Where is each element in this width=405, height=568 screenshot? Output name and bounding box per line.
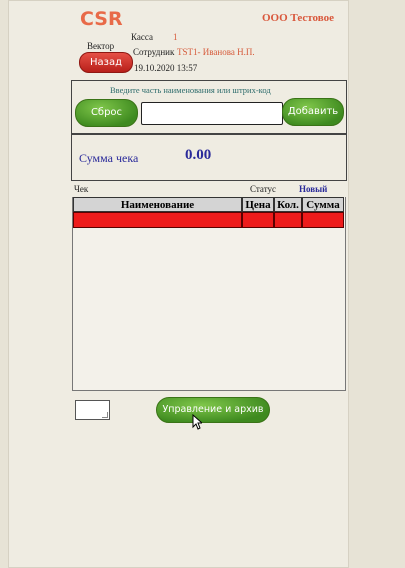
- col-sum-header[interactable]: Сумма: [302, 197, 344, 212]
- table-row-cell-sum[interactable]: [302, 212, 344, 228]
- back-button[interactable]: Назад: [79, 52, 133, 73]
- small-textarea[interactable]: [75, 400, 110, 420]
- mouse-pointer-icon: [192, 414, 202, 430]
- search-hint: Введите часть наименования или штрих-код: [110, 85, 271, 95]
- add-button[interactable]: Добавить: [282, 98, 344, 126]
- cashier-label: Касса: [131, 32, 153, 42]
- col-price-header[interactable]: Цена: [242, 197, 274, 212]
- employee-value: TST1- Иванова Н.П.: [177, 47, 255, 57]
- check-label: Чек: [74, 184, 89, 194]
- vector-label: Вектор: [87, 41, 115, 51]
- company-name: ООО Тестовое: [262, 12, 334, 24]
- datetime: 19.10.2020 13:57: [134, 63, 198, 73]
- table-row-cell-qty[interactable]: [274, 212, 302, 228]
- resize-handle-icon[interactable]: [102, 412, 108, 418]
- archive-button[interactable]: Управление и архив: [156, 397, 270, 423]
- sum-label: Сумма чека: [79, 151, 139, 165]
- search-input[interactable]: [141, 102, 283, 125]
- app-logo: CSR: [80, 8, 123, 30]
- status-label: Статус: [250, 184, 276, 194]
- reset-button[interactable]: Сброс: [75, 99, 138, 127]
- col-name-header[interactable]: Наименование: [73, 197, 242, 212]
- table-row-cell-price[interactable]: [242, 212, 274, 228]
- table-row-cell-name[interactable]: [73, 212, 242, 228]
- status-value: Новый: [299, 184, 328, 194]
- sum-value: 0.00: [185, 147, 212, 163]
- cashier-value: 1: [173, 32, 178, 42]
- col-qty-header[interactable]: Кол.: [274, 197, 302, 212]
- employee-label: Сотрудник: [133, 47, 175, 57]
